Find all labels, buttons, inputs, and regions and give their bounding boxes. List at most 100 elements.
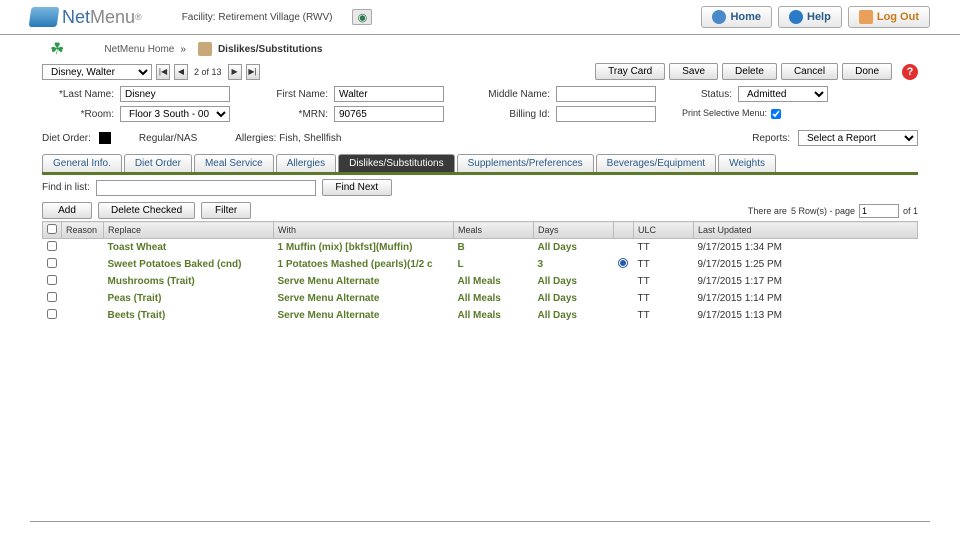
find-label: Find in list:	[42, 182, 90, 193]
cell-meals: All Meals	[454, 273, 534, 290]
tab-general-info-[interactable]: General Info.	[42, 154, 122, 172]
table-row[interactable]: Sweet Potatoes Baked (cnd)1 Potatoes Mas…	[43, 256, 918, 273]
col-header[interactable]: Replace	[104, 222, 274, 239]
dietorder-value: Regular/NAS	[139, 133, 197, 144]
row-checkbox[interactable]	[47, 275, 57, 285]
row-checkbox[interactable]	[47, 309, 57, 319]
table-row[interactable]: Peas (Trait)Serve Menu AlternateAll Meal…	[43, 290, 918, 307]
globe-icon[interactable]: ◉	[352, 9, 372, 25]
billing-field[interactable]	[556, 106, 656, 122]
tab-weights[interactable]: Weights	[718, 154, 776, 172]
cell-with: 1 Muffin (mix) [bkfst](Muffin)	[274, 239, 454, 257]
row-checkbox[interactable]	[47, 292, 57, 302]
mrn-field[interactable]	[334, 106, 444, 122]
cell-with: Serve Menu Alternate	[274, 273, 454, 290]
brand-menu: Menu	[90, 7, 135, 28]
col-header[interactable]: With	[274, 222, 454, 239]
col-header[interactable]	[614, 222, 634, 239]
tab-diet-order[interactable]: Diet Order	[124, 154, 192, 172]
first-button[interactable]: |◀	[156, 64, 170, 80]
logout-icon	[859, 10, 873, 24]
prev-button[interactable]: ◀	[174, 64, 188, 80]
table-row[interactable]: Beets (Trait)Serve Menu AlternateAll Mea…	[43, 307, 918, 324]
save-button[interactable]: Save	[669, 63, 718, 80]
row-checkbox[interactable]	[47, 241, 57, 251]
help-icon	[789, 10, 803, 24]
context-help-icon[interactable]: ?	[902, 64, 918, 80]
col-header[interactable]: Reason	[62, 222, 104, 239]
page-input[interactable]	[859, 204, 899, 218]
page-title: Dislikes/Substitutions	[218, 44, 322, 55]
breadcrumb-home[interactable]: NetMenu Home	[104, 44, 174, 55]
reports-label: Reports:	[752, 133, 790, 144]
find-input[interactable]	[96, 180, 316, 196]
app-logo: NetMenu®	[30, 7, 142, 28]
cell-ulc: TT	[634, 256, 694, 273]
print-selective-label: Print Selective Menu:	[682, 109, 767, 119]
tab-allergies[interactable]: Allergies	[276, 154, 336, 172]
cell-ulc: TT	[634, 273, 694, 290]
allergies-text: Allergies: Fish, Shellfish	[235, 133, 341, 144]
middlename-label: Middle Name:	[470, 89, 550, 100]
cell-updated: 9/17/2015 1:17 PM	[694, 273, 918, 290]
tab-dislikes-substitutions[interactable]: Dislikes/Substitutions	[338, 154, 454, 172]
last-button[interactable]: ▶|	[246, 64, 260, 80]
page-icon	[198, 42, 212, 56]
cell-replace: Toast Wheat	[104, 239, 274, 257]
cell-updated: 9/17/2015 1:25 PM	[694, 256, 918, 273]
next-button[interactable]: ▶	[228, 64, 242, 80]
dislikes-grid: ReasonReplaceWithMealsDays ULCLast Update…	[42, 221, 918, 324]
lastname-label: *Last Name:	[42, 89, 114, 100]
status-select[interactable]: Admitted	[738, 86, 828, 102]
reports-select[interactable]: Select a Report	[798, 130, 918, 146]
table-row[interactable]: Toast Wheat1 Muffin (mix) [bkfst](Muffin…	[43, 239, 918, 257]
cell-with: Serve Menu Alternate	[274, 290, 454, 307]
dietorder-label: Diet Order:	[42, 133, 91, 144]
breadcrumb-sep: »	[180, 44, 186, 55]
cell-updated: 9/17/2015 1:34 PM	[694, 239, 918, 257]
tab-meal-service[interactable]: Meal Service	[194, 154, 274, 172]
home-button[interactable]: Home	[701, 6, 772, 28]
logo-icon	[29, 7, 60, 27]
deletechecked-button[interactable]: Delete Checked	[98, 202, 195, 219]
patient-select[interactable]: Disney, Walter	[42, 64, 152, 80]
col-header[interactable]: Meals	[454, 222, 534, 239]
lastname-field[interactable]	[120, 86, 230, 102]
tab-supplements-preferences[interactable]: Supplements/Preferences	[457, 154, 594, 172]
add-button[interactable]: Add	[42, 202, 92, 219]
cell-ulc: TT	[634, 290, 694, 307]
row-checkbox[interactable]	[47, 258, 57, 268]
logout-label: Log Out	[877, 11, 919, 23]
table-row[interactable]: Mushrooms (Trait)Serve Menu AlternateAll…	[43, 273, 918, 290]
cell-with: 1 Potatoes Mashed (pearls)(1/2 c	[274, 256, 454, 273]
record-counter: 2 of 13	[192, 67, 224, 77]
cancel-button[interactable]: Cancel	[781, 63, 838, 80]
selectall-checkbox[interactable]	[47, 224, 57, 234]
col-header[interactable]: ULC	[634, 222, 694, 239]
footer-divider	[30, 521, 930, 522]
filter-button[interactable]: Filter	[201, 202, 251, 219]
tab-beverages-equipment[interactable]: Beverages/Equipment	[596, 154, 716, 172]
room-select[interactable]: Floor 3 South - 004	[120, 106, 230, 122]
delete-button[interactable]: Delete	[722, 63, 777, 80]
logout-button[interactable]: Log Out	[848, 6, 930, 28]
row-radio[interactable]	[618, 258, 628, 268]
cell-updated: 9/17/2015 1:14 PM	[694, 290, 918, 307]
home-icon	[712, 10, 726, 24]
rowcount-suffix: of 1	[903, 206, 918, 216]
traycard-button[interactable]: Tray Card	[595, 63, 665, 80]
col-header[interactable]	[43, 222, 62, 239]
cell-days: All Days	[534, 273, 614, 290]
print-selective-checkbox[interactable]	[771, 109, 781, 119]
done-button[interactable]: Done	[842, 63, 892, 80]
firstname-field[interactable]	[334, 86, 444, 102]
col-header[interactable]: Days	[534, 222, 614, 239]
cell-meals: B	[454, 239, 534, 257]
col-header[interactable]: Last Updated	[694, 222, 918, 239]
cell-replace: Sweet Potatoes Baked (cnd)	[104, 256, 274, 273]
cell-replace: Mushrooms (Trait)	[104, 273, 274, 290]
middlename-field[interactable]	[556, 86, 656, 102]
help-button[interactable]: Help	[778, 6, 842, 28]
findnext-button[interactable]: Find Next	[322, 179, 392, 196]
home-label: Home	[730, 11, 761, 23]
